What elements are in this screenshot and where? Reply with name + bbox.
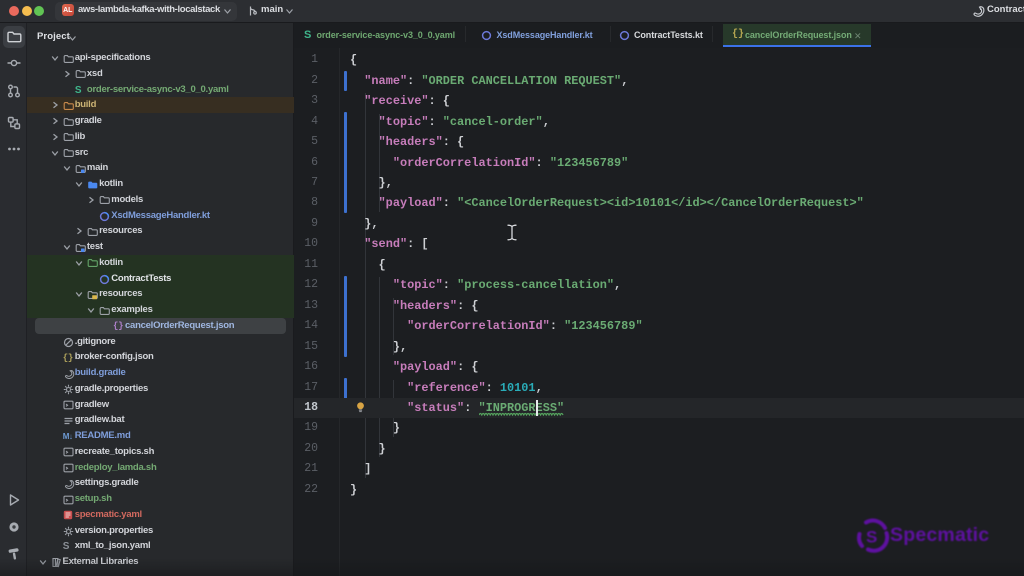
svg-text:S: S bbox=[866, 528, 877, 547]
